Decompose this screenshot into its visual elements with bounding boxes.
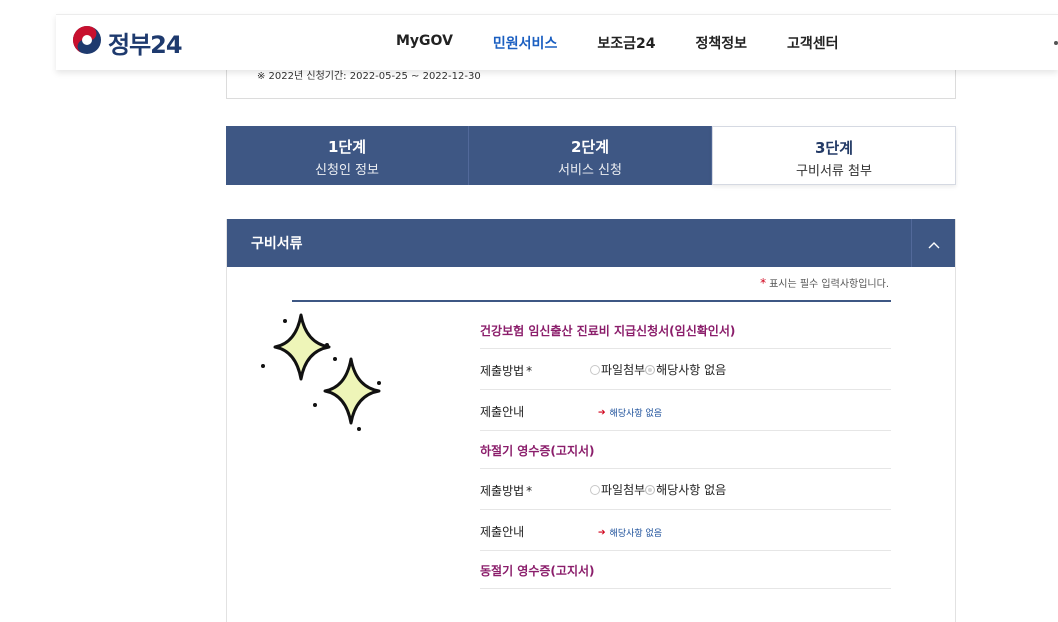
radio-file-attach-label[interactable]: 파일첨부 — [601, 361, 645, 378]
arrow-right-icon: ➔ — [598, 527, 606, 538]
radio-not-applicable-label[interactable]: 해당사항 없음 — [656, 481, 726, 498]
site-header: 정부24 MyGOV 민원서비스 보조금24 정책정보 고객센터 — [56, 14, 1058, 70]
submit-guide-text: 해당사항 없음 — [609, 409, 663, 419]
submit-method-label: 제출방법 * — [480, 364, 533, 378]
step-3-number: 3단계 — [814, 139, 854, 157]
step-2-label: 서비스 신청 — [558, 163, 622, 178]
section-header: 구비서류 — [227, 219, 955, 267]
arrow-right-icon: ➔ — [598, 407, 606, 418]
step-3: 3단계 구비서류 첨부 — [712, 126, 956, 185]
logo-text: 정부24 — [108, 30, 183, 59]
step-1-label: 신청인 정보 — [315, 163, 379, 178]
nav-subsidy24[interactable]: 보조금24 — [597, 33, 655, 53]
submit-guide: ➔ 해당사항 없음 — [598, 406, 663, 420]
submit-guide-row: 제출안내 ➔ 해당사항 없음 — [480, 390, 891, 431]
step-indicator: 1단계 신청인 정보 2단계 서비스 신청 3단계 구비서류 첨부 — [226, 126, 956, 185]
radio-not-applicable[interactable] — [645, 364, 656, 375]
radio-file-attach-label[interactable]: 파일첨부 — [601, 481, 645, 498]
step-2: 2단계 서비스 신청 — [469, 126, 712, 185]
submit-guide-text: 해당사항 없음 — [609, 529, 663, 539]
nav-civil-service[interactable]: 민원서비스 — [493, 33, 557, 53]
nav-mygov[interactable]: MyGOV — [396, 33, 453, 53]
step-3-label: 구비서류 첨부 — [796, 164, 872, 179]
radio-file-attach[interactable] — [590, 364, 600, 375]
submit-method-row: 제출방법 * 파일첨부 해당사항 없음 — [480, 469, 891, 510]
logo[interactable]: 정부24 — [72, 25, 183, 59]
section-divider — [292, 300, 891, 302]
submit-guide: ➔ 해당사항 없음 — [598, 526, 663, 540]
sparkles-icon — [257, 311, 387, 433]
required-note: * 표시는 필수 입력사항입니다. — [760, 275, 889, 290]
nav-customer-center[interactable]: 고객센터 — [787, 33, 839, 53]
submit-method-row: 제출방법 * 파일첨부 해당사항 없음 — [480, 349, 891, 390]
document-list: 건강보험 임신출산 진료비 지급신청서(임신확인서) 제출방법 * 파일첨부 해당… — [480, 311, 891, 589]
nav-policy-info[interactable]: 정책정보 — [695, 33, 747, 53]
main-nav: MyGOV 민원서비스 보조금24 정책정보 고객센터 — [396, 33, 879, 53]
document-title: 건강보험 임신출산 진료비 지급신청서(임신확인서) — [480, 311, 891, 349]
step-2-number: 2단계 — [570, 138, 610, 156]
submit-guide-label: 제출안내 — [480, 525, 525, 539]
documents-section: 구비서류 * 표시는 필수 입력사항입니다. 건강보험 임신출산 진료비 지급신… — [226, 219, 956, 622]
step-1-number: 1단계 — [327, 138, 367, 156]
radio-file-attach[interactable] — [590, 484, 600, 495]
submit-guide-label: 제출안내 — [480, 405, 525, 419]
required-star: * — [760, 276, 767, 290]
chevron-up-icon — [928, 234, 940, 253]
radio-not-applicable[interactable] — [645, 484, 656, 495]
required-note-text: 표시는 필수 입력사항입니다. — [769, 279, 889, 290]
header-edge-dot — [1054, 41, 1058, 45]
taegeuk-logo-icon — [72, 25, 102, 59]
document-title: 하절기 영수증(고지서) — [480, 431, 891, 469]
submit-guide-row: 제출안내 ➔ 해당사항 없음 — [480, 510, 891, 551]
section-title: 구비서류 — [251, 236, 303, 252]
step-1: 1단계 신청인 정보 — [226, 126, 469, 185]
page: 정부24 MyGOV 민원서비스 보조금24 정책정보 고객센터 ※ 2022년… — [0, 0, 1058, 622]
submit-method-label: 제출방법 * — [480, 484, 533, 498]
submit-method-options: 파일첨부 해당사항 없음 — [590, 361, 726, 378]
collapse-button[interactable] — [911, 219, 955, 267]
submit-method-options: 파일첨부 해당사항 없음 — [590, 481, 726, 498]
radio-not-applicable-label[interactable]: 해당사항 없음 — [656, 361, 726, 378]
document-title: 동절기 영수증(고지서) — [480, 551, 891, 589]
